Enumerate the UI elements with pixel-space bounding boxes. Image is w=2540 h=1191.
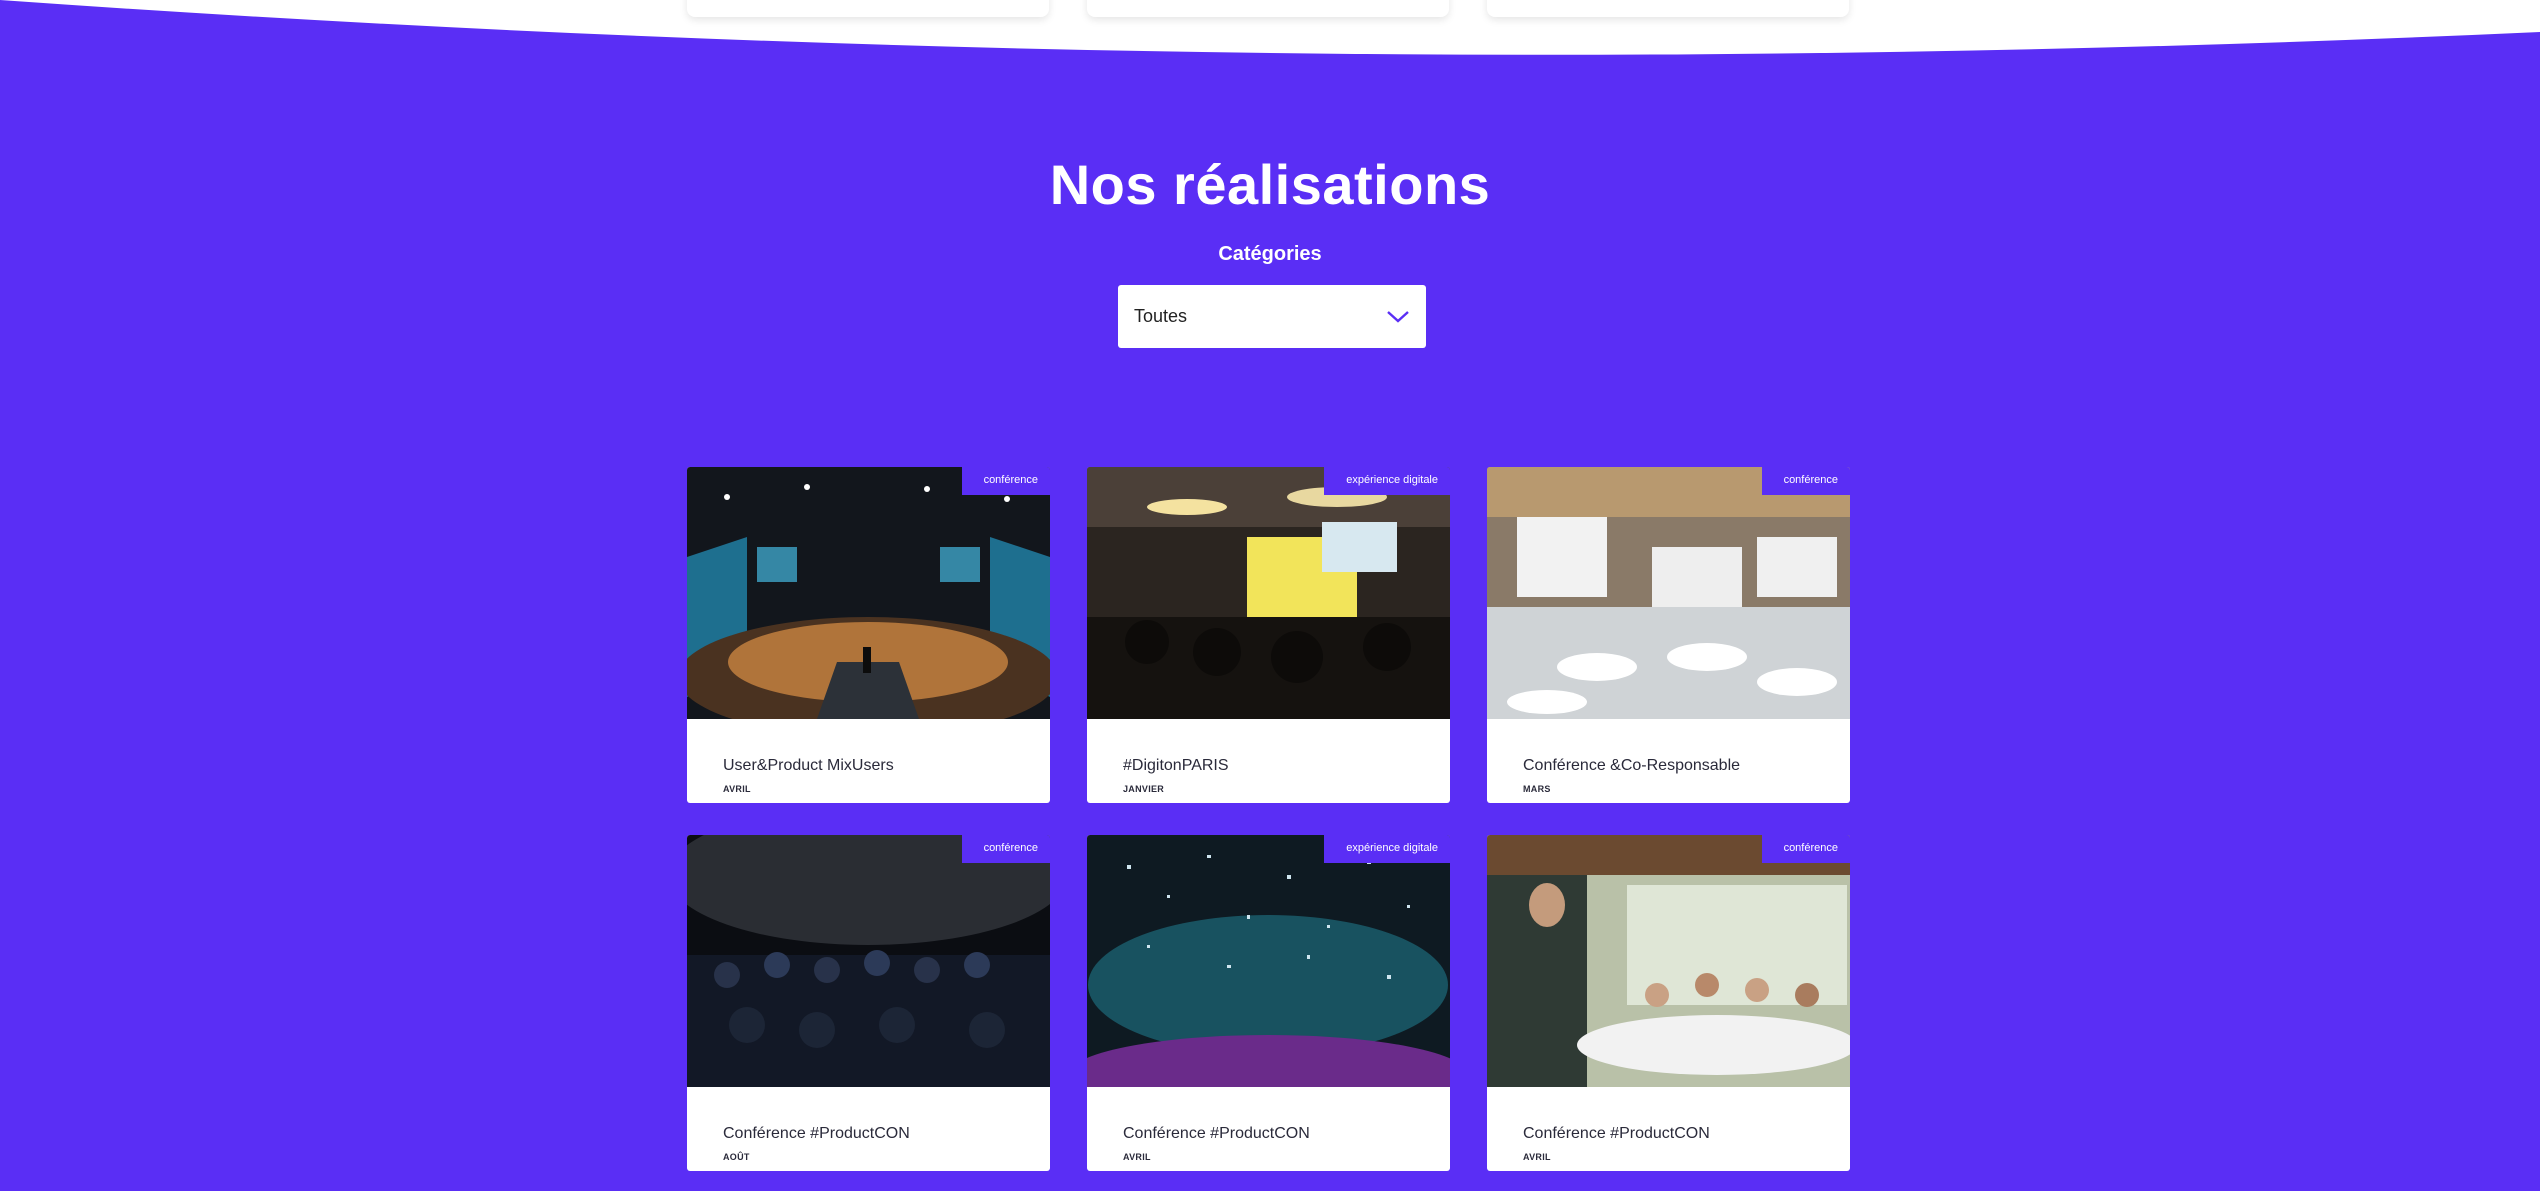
category-badge: conférence — [1761, 467, 1850, 495]
project-card[interactable]: expérience digitale #DigitonPARIS JANVIE… — [1087, 467, 1450, 803]
category-badge: conférence — [1761, 835, 1850, 863]
card-month: AVRIL — [1123, 1152, 1151, 1162]
previous-card-bottom — [687, 0, 1049, 17]
previous-card-bottom — [1487, 0, 1849, 17]
project-card[interactable]: conférence Conférence &Co-Responsable MA… — [1487, 467, 1850, 803]
section-title: Nos réalisations — [1049, 153, 1491, 216]
card-title: #DigitonPARIS — [1123, 757, 1229, 774]
category-badge: expérience digitale — [1324, 835, 1450, 863]
category-badge: expérience digitale — [1324, 467, 1450, 495]
categories-label: Catégories — [1218, 243, 1322, 265]
card-title: Conférence #ProductCON — [723, 1125, 910, 1142]
project-card[interactable]: conférence Conférence #ProductCON AVRIL — [1487, 835, 1850, 1171]
category-badge: conférence — [961, 467, 1050, 495]
card-title: User&Product MixUsers — [723, 757, 894, 774]
project-card[interactable]: conférence Conférence #ProductCON AOÛT — [687, 835, 1050, 1171]
presentation-room-photo — [1087, 467, 1450, 719]
conference-hall-photo — [687, 467, 1050, 719]
confetti-concert-photo — [1087, 835, 1450, 1087]
card-month: AOÛT — [723, 1152, 750, 1162]
card-title: Conférence &Co-Responsable — [1523, 757, 1741, 774]
auditorium-photo — [1487, 467, 1850, 719]
card-month: JANVIER — [1123, 784, 1165, 794]
category-select-value: Toutes — [1134, 306, 1188, 326]
card-month: AVRIL — [1523, 1152, 1551, 1162]
dinner-talk-photo — [1487, 835, 1850, 1087]
project-card[interactable]: conférence User&Product MixUsers AVRIL — [687, 467, 1050, 803]
card-month: AVRIL — [723, 784, 751, 794]
project-card[interactable]: expérience digitale Conférence #ProductC… — [1087, 835, 1450, 1171]
category-select[interactable]: Toutes — [1118, 285, 1426, 348]
card-title: Conférence #ProductCON — [1123, 1125, 1310, 1142]
chevron-down-icon — [1387, 310, 1409, 323]
previous-card-bottom — [1087, 0, 1449, 17]
card-month: MARS — [1523, 784, 1551, 794]
audience-photo — [687, 835, 1050, 1087]
card-title: Conférence #ProductCON — [1523, 1125, 1710, 1142]
category-badge: conférence — [961, 835, 1050, 863]
